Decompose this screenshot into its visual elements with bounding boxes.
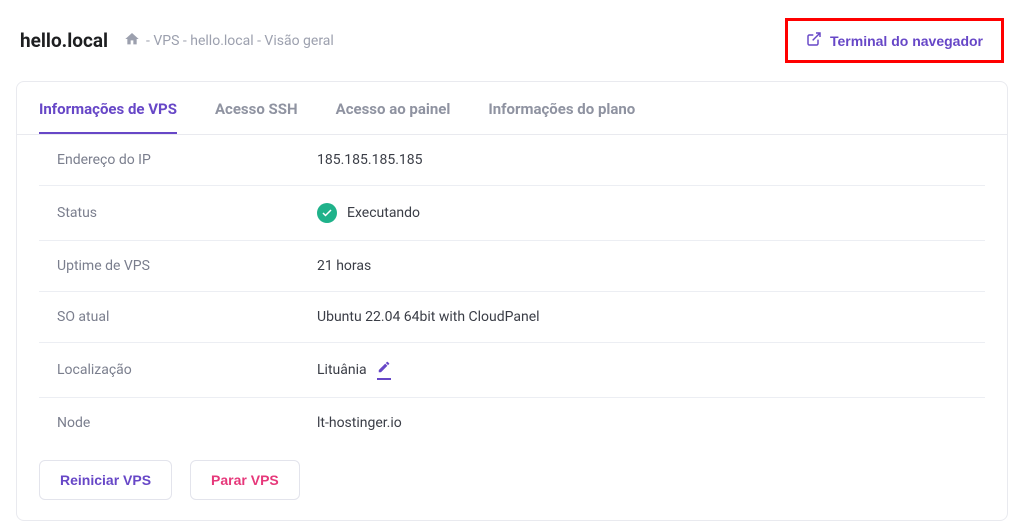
node-value: lt-hostinger.io xyxy=(317,415,402,431)
stop-vps-button[interactable]: Parar VPS xyxy=(190,460,300,500)
location-label: Localização xyxy=(57,362,317,378)
row-node: Node lt-hostinger.io xyxy=(39,398,985,448)
row-status: Status Executando xyxy=(39,186,985,241)
top-bar: hello.local - VPS - hello.local - Visão … xyxy=(0,0,1024,73)
tab-panel-access[interactable]: Acesso ao painel xyxy=(336,82,451,134)
ip-label: Endereço do IP xyxy=(57,152,317,168)
edit-location-icon[interactable] xyxy=(377,360,391,380)
action-buttons: Reiniciar VPS Parar VPS xyxy=(17,448,1007,500)
row-ip: Endereço do IP 185.185.185.185 xyxy=(39,135,985,186)
tabs: Informações de VPS Acesso SSH Acesso ao … xyxy=(17,82,1007,135)
row-uptime: Uptime de VPS 21 horas xyxy=(39,241,985,292)
browser-terminal-button[interactable]: Terminal do navegador xyxy=(785,18,1004,63)
os-label: SO atual xyxy=(57,309,317,325)
home-icon[interactable] xyxy=(124,31,140,51)
restart-vps-button[interactable]: Reiniciar VPS xyxy=(39,460,172,500)
browser-terminal-label: Terminal do navegador xyxy=(830,33,983,49)
row-os: SO atual Ubuntu 22.04 64bit with CloudPa… xyxy=(39,292,985,343)
uptime-label: Uptime de VPS xyxy=(57,258,317,274)
tab-vps-info[interactable]: Informações de VPS xyxy=(39,82,177,134)
row-location: Localização Lituânia xyxy=(39,343,985,398)
vps-card: Informações de VPS Acesso SSH Acesso ao … xyxy=(16,81,1008,521)
top-left: hello.local - VPS - hello.local - Visão … xyxy=(20,29,334,52)
breadcrumb-text: - VPS - hello.local - Visão geral xyxy=(146,33,334,49)
tab-plan-info[interactable]: Informações do plano xyxy=(488,82,635,134)
status-running-icon xyxy=(317,203,337,223)
tab-ssh-access[interactable]: Acesso SSH xyxy=(215,82,298,134)
status-value: Executando xyxy=(347,205,420,221)
uptime-value: 21 horas xyxy=(317,258,371,274)
location-value: Lituânia xyxy=(317,362,367,378)
open-external-icon xyxy=(806,31,822,50)
status-label: Status xyxy=(57,205,317,221)
info-rows: Endereço do IP 185.185.185.185 Status Ex… xyxy=(17,135,1007,448)
ip-value: 185.185.185.185 xyxy=(317,152,423,168)
hostname-title: hello.local xyxy=(20,29,108,52)
node-label: Node xyxy=(57,415,317,431)
os-value: Ubuntu 22.04 64bit with CloudPanel xyxy=(317,309,540,325)
breadcrumb: - VPS - hello.local - Visão geral xyxy=(124,31,334,51)
